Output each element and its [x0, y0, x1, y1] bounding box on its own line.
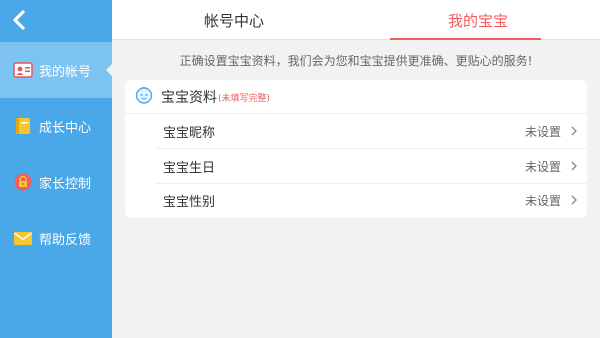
- row-value: 未设置: [524, 194, 561, 208]
- active-tab-indicator: [390, 38, 541, 40]
- card-header: 宝宝资料 (未填写完整): [125, 80, 587, 114]
- sidebar-item-label: 家长控制: [39, 176, 92, 192]
- notebook-icon: [13, 116, 33, 136]
- sidebar-item-label: 成长中心: [39, 120, 92, 136]
- sidebar-item-my-account[interactable]: 我的帐号: [0, 42, 112, 98]
- incomplete-status: (未填写完整): [218, 94, 271, 104]
- row-value: 未设置: [524, 124, 561, 139]
- envelope-icon: [13, 228, 33, 248]
- card-title: 宝宝资料: [161, 89, 217, 106]
- chevron-right-icon: [571, 126, 577, 136]
- row-label: 宝宝性别: [163, 195, 216, 210]
- sidebar-item-help-feedback[interactable]: 帮助反馈: [0, 210, 112, 266]
- row-value: 未设置: [524, 159, 561, 174]
- id-card-icon: [13, 60, 33, 80]
- back-arrow-icon: [13, 10, 25, 30]
- sidebar-item-label: 帮助反馈: [39, 232, 92, 248]
- baby-birthday-row[interactable]: 宝宝生日 未设置: [155, 149, 587, 184]
- sidebar: 我的帐号 成长中心 家长控制 帮助反馈: [0, 0, 112, 338]
- notice-text: 正确设置宝宝资料，我们会为您和宝宝提供更准确、更贴心的服务!: [179, 54, 533, 68]
- baby-profile-card: 宝宝资料 (未填写完整) 宝宝昵称 未设置 宝宝生日 未设置 宝宝性别 未设置: [125, 80, 587, 218]
- tab-my-baby[interactable]: 我的宝宝: [356, 0, 600, 40]
- tab-account-center[interactable]: 帐号中心: [112, 0, 356, 40]
- sidebar-item-label: 我的帐号: [39, 64, 92, 80]
- sidebar-item-parental-control[interactable]: 家长控制: [0, 154, 112, 210]
- tab-bar: 帐号中心 我的宝宝: [112, 0, 600, 40]
- main-content: 帐号中心 我的宝宝 正确设置宝宝资料，我们会为您和宝宝提供更准确、更贴心的服务!…: [112, 0, 600, 338]
- baby-gender-row[interactable]: 宝宝性别 未设置: [125, 183, 587, 218]
- row-label: 宝宝生日: [163, 160, 216, 176]
- sidebar-item-growth-center[interactable]: 成长中心: [0, 98, 112, 154]
- baby-face-icon: [135, 86, 153, 108]
- lock-icon: [13, 172, 33, 192]
- baby-nickname-row[interactable]: 宝宝昵称 未设置: [155, 114, 587, 149]
- row-label: 宝宝昵称: [163, 125, 216, 141]
- back-button[interactable]: [0, 0, 112, 40]
- chevron-right-icon: [571, 161, 577, 171]
- chevron-right-icon: [571, 195, 577, 205]
